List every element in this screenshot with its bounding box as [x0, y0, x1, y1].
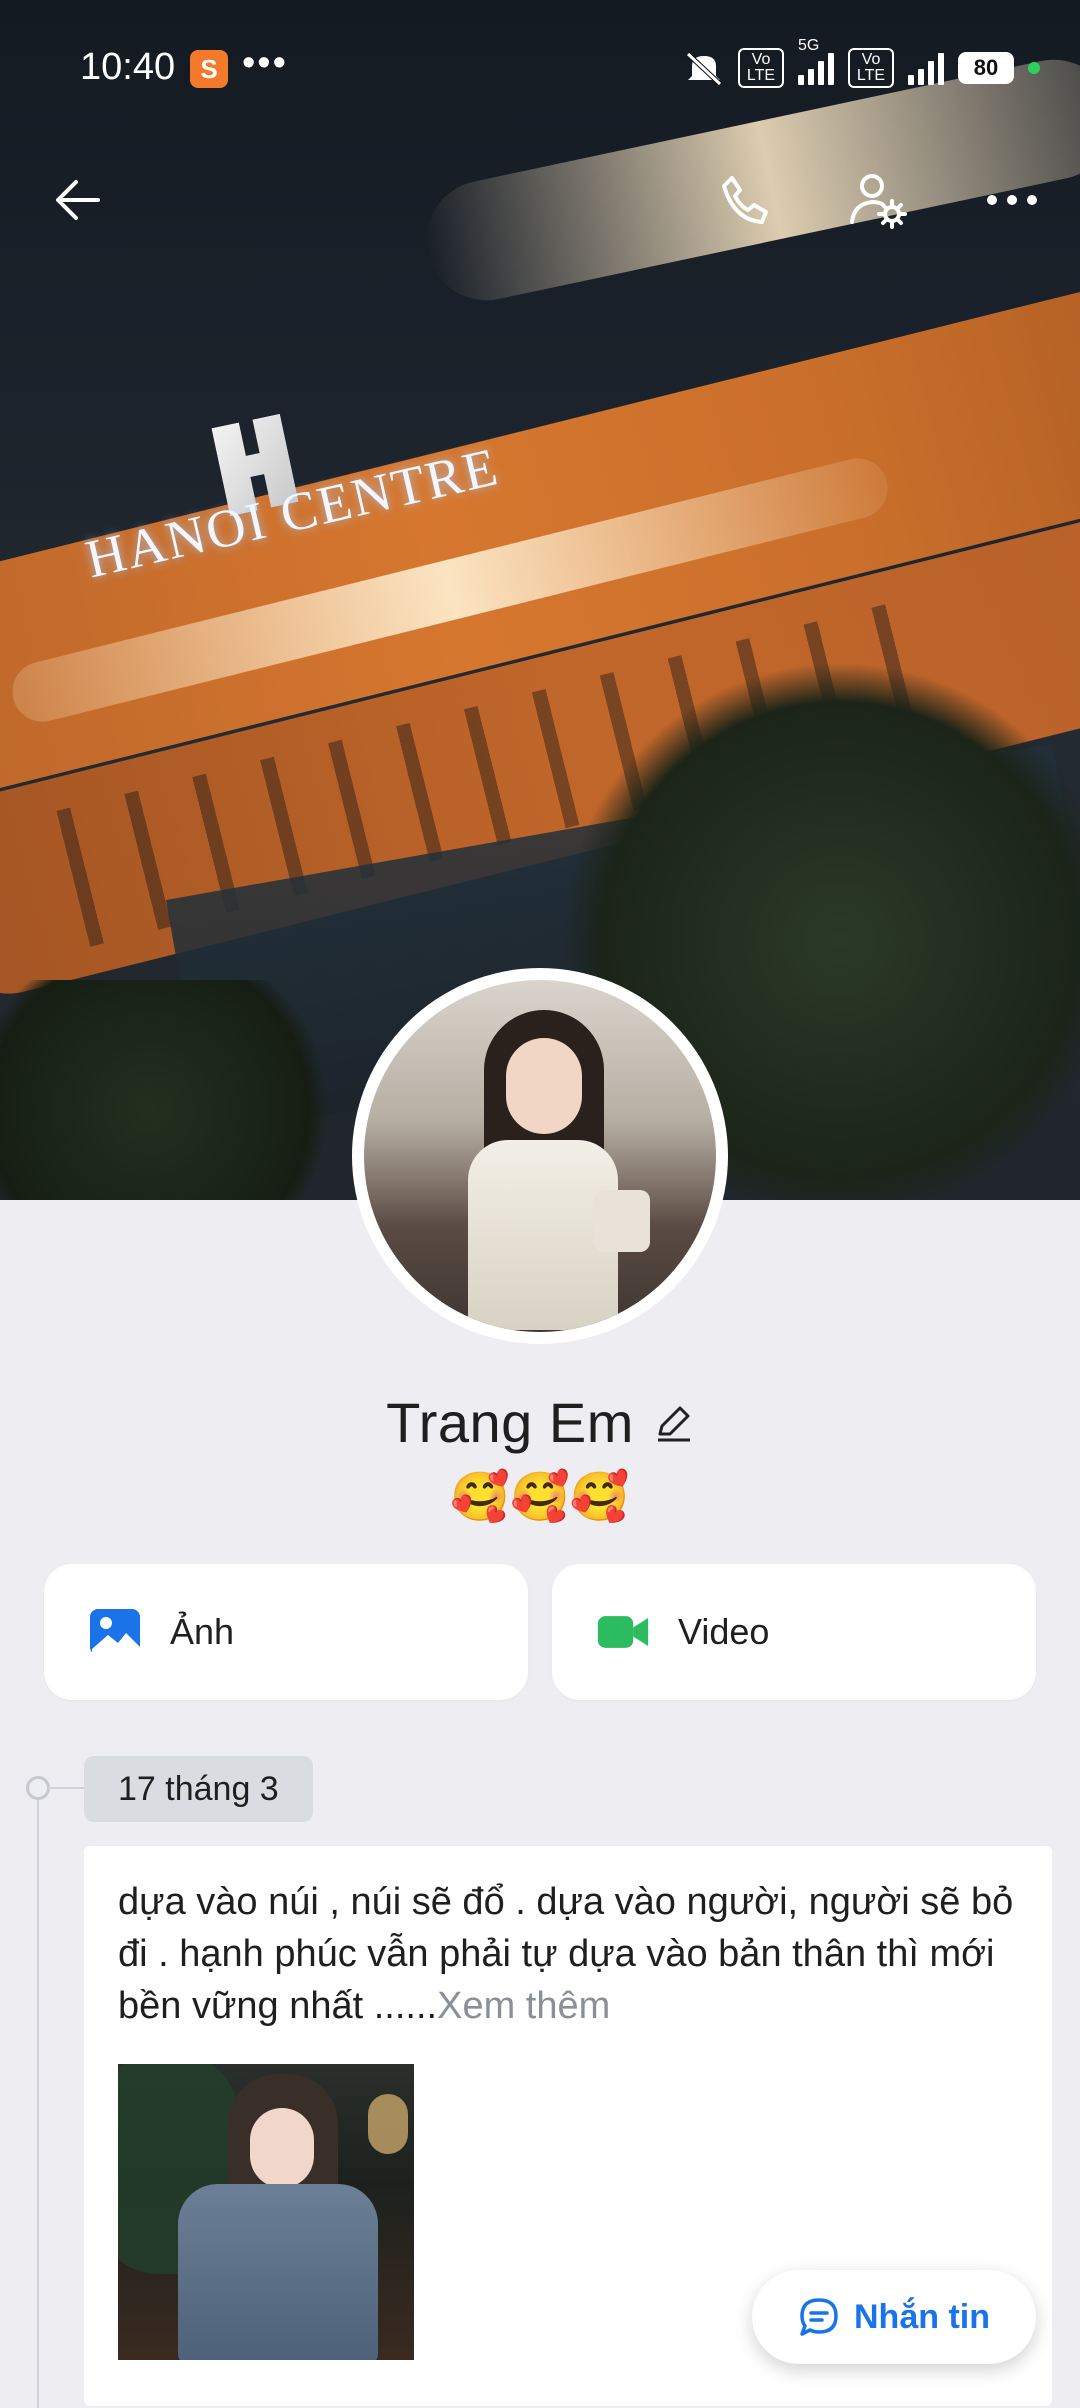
send-message-button[interactable]: Nhắn tin: [752, 2270, 1036, 2364]
avatar-photo: [364, 980, 716, 1332]
status-time: 10:40: [80, 46, 176, 88]
back-button[interactable]: [38, 160, 118, 240]
status-overflow: •••: [242, 42, 288, 84]
video-camera-icon: [596, 1605, 650, 1659]
phone-icon: [722, 176, 768, 224]
post-photo-jacket: [178, 2184, 378, 2360]
post-text[interactable]: dựa vào núi , núi sẽ đổ . dựa vào người,…: [118, 1876, 1018, 2032]
signal-bars-1: [798, 51, 834, 85]
chat-bubble-icon: [800, 2298, 838, 2336]
avatar[interactable]: [352, 968, 728, 1344]
more-button[interactable]: [972, 160, 1052, 240]
mute-icon: [686, 52, 722, 86]
profile-name: Trang Em: [386, 1391, 634, 1454]
post-photo-lamp: [368, 2094, 408, 2154]
post-photo[interactable]: [118, 2064, 414, 2360]
photos-label: Ảnh: [170, 1611, 235, 1652]
cover-trees-left: [0, 980, 360, 1200]
timeline-line: [37, 1788, 39, 2408]
timeline-date: 17 tháng 3: [84, 1756, 313, 1822]
privacy-indicator-dot: [1028, 62, 1040, 74]
network-5g-label: 5G: [798, 37, 820, 54]
status-right-group: Vo LTE 5G Vo LTE 80: [684, 37, 1040, 88]
battery-indicator: 80: [958, 52, 1014, 84]
volte-badge-1: Vo LTE: [738, 48, 784, 88]
avatar-bag: [594, 1190, 650, 1252]
profile-settings-button[interactable]: [838, 160, 918, 240]
shopee-app-icon: S: [190, 50, 228, 88]
back-arrow-icon: [56, 180, 100, 220]
timeline-dot: [26, 1776, 50, 1800]
user-settings-icon: [850, 174, 907, 229]
post-photo-face: [250, 2108, 314, 2188]
signal-bars-2: [908, 51, 944, 85]
send-message-label: Nhắn tin: [854, 2297, 990, 2336]
profile-name-row: Trang Em: [0, 1390, 1080, 1455]
videos-button[interactable]: Video: [552, 1564, 1036, 1700]
timeline-connector: [48, 1787, 84, 1789]
more-icon: [987, 195, 1037, 205]
photos-button[interactable]: Ảnh: [44, 1564, 528, 1700]
pencil-icon[interactable]: [652, 1402, 694, 1444]
see-more-link[interactable]: Xem thêm: [437, 1985, 610, 2027]
call-button[interactable]: [704, 160, 784, 240]
signal-5g: 5G: [798, 37, 834, 85]
volte-badge-2: Vo LTE: [848, 48, 894, 88]
status-bar: 10:40 S ••• Vo LTE 5G Vo LTE 80: [0, 0, 1080, 130]
profile-status: 🥰🥰🥰: [450, 1471, 630, 1524]
photo-icon: [88, 1605, 142, 1659]
videos-label: Video: [678, 1611, 770, 1652]
avatar-face: [506, 1038, 582, 1134]
